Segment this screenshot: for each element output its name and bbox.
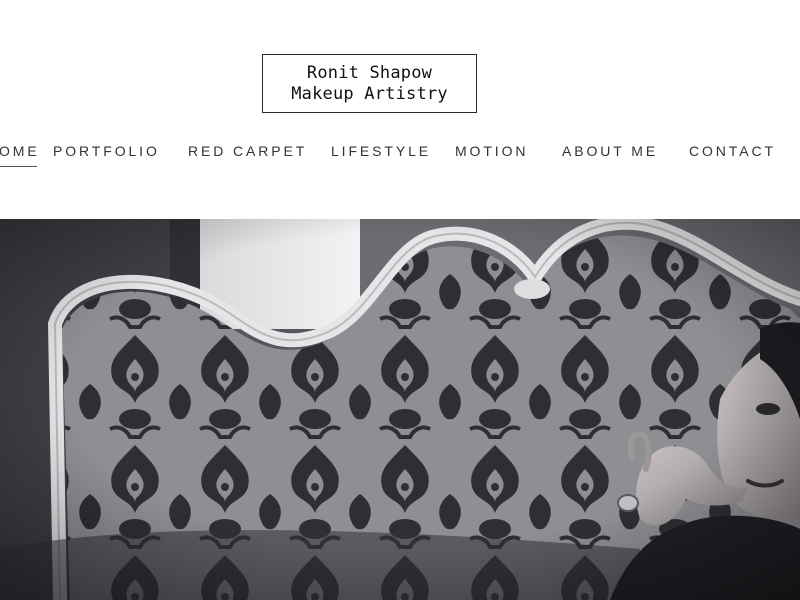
nav-item-about-me[interactable]: ABOUT ME [562,140,658,168]
site-logo[interactable]: Ronit Shapow Makeup Artistry [262,54,477,113]
nav-item-motion[interactable]: MOTION [455,140,528,168]
nav-item-lifestyle[interactable]: LIFESTYLE [331,140,431,168]
site-header: Ronit Shapow Makeup Artistry HOME PORTFO… [0,0,800,219]
hero-image [0,219,800,600]
nav-item-portfolio[interactable]: PORTFOLIO [53,140,160,168]
main-nav: HOME PORTFOLIO RED CARPET LIFESTYLE MOTI… [0,140,800,170]
nav-item-contact[interactable]: CONTACT [689,140,776,168]
hero-photo [0,219,800,600]
nav-item-red-carpet[interactable]: RED CARPET [188,140,307,168]
nav-item-home[interactable]: HOME [0,140,40,168]
logo-line-1: Ronit Shapow [306,62,433,83]
logo-line-2: Makeup Artistry [291,83,448,104]
